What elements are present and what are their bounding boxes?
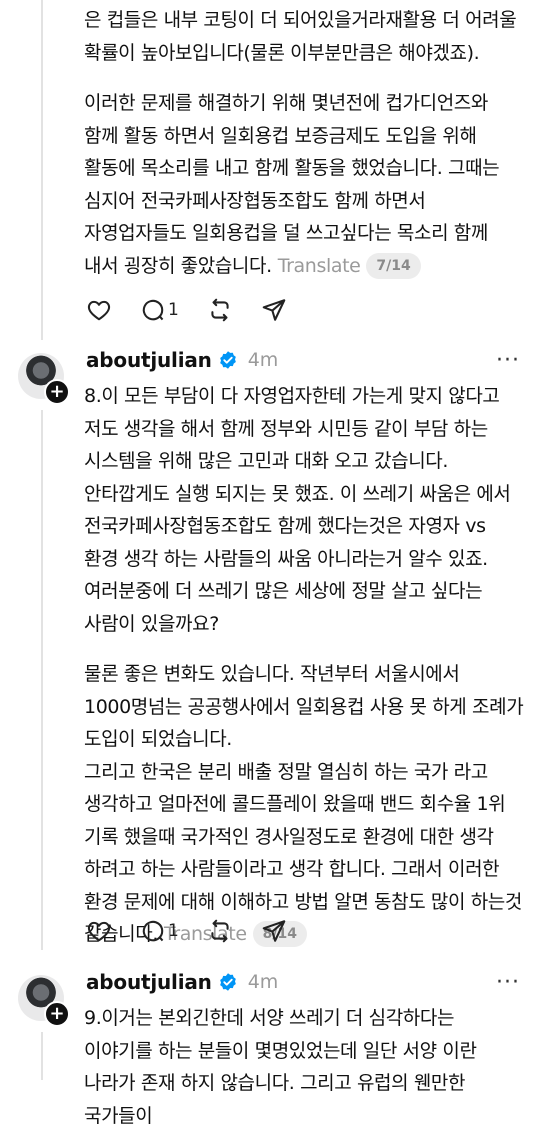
- page-indicator-badge: 7/14: [366, 252, 421, 279]
- thread-line: [41, 1032, 43, 1080]
- post-2-paragraph-1: 8.이 모든 부담이 다 자영업자한테 가는게 맞지 않다고 저도 생각을 해서…: [84, 385, 511, 635]
- translate-link[interactable]: Translate: [278, 255, 361, 277]
- post-3-paragraph-1: 9.이거는 본외긴한데 서양 쓰레기 더 심각하다는 이야기를 하는 분들이 몇…: [84, 1007, 477, 1127]
- heart-icon: [87, 300, 111, 321]
- heart-icon: [87, 921, 111, 942]
- more-options-icon[interactable]: ···: [496, 348, 520, 373]
- repost-icon: [211, 919, 229, 943]
- reply-button[interactable]: 1: [140, 918, 179, 944]
- avatar[interactable]: +: [18, 975, 70, 1027]
- verified-badge-icon: [218, 972, 238, 992]
- thread-line: [41, 410, 43, 950]
- repost-button[interactable]: [207, 297, 233, 323]
- repost-button[interactable]: [207, 918, 233, 944]
- share-button[interactable]: [261, 297, 287, 323]
- send-icon: [262, 299, 286, 321]
- follow-plus-icon[interactable]: +: [44, 1001, 70, 1027]
- reply-count: 1: [168, 300, 179, 320]
- post-2-header: aboutjulian 4m: [86, 348, 278, 372]
- avatar[interactable]: +: [18, 353, 70, 405]
- reply-button[interactable]: 1: [140, 297, 179, 323]
- post-2-paragraph-2: 물론 좋은 변화도 있습니다. 작년부터 서울시에서 1000명넘는 공공행사에…: [84, 663, 524, 750]
- repost-icon: [211, 298, 229, 322]
- share-button[interactable]: [261, 918, 287, 944]
- comment-icon: [142, 920, 164, 942]
- send-icon: [262, 920, 286, 942]
- post-1-paragraph-2-text: 이러한 문제를 해결하기 위해 몇년전에 컵가디언즈와 함께 활동 하면서 일회…: [84, 92, 500, 277]
- post-1-actions: 1: [86, 297, 315, 323]
- post-time: 4m: [247, 349, 279, 371]
- thread-line: [41, 0, 43, 340]
- more-options-icon[interactable]: ···: [496, 970, 520, 995]
- verified-badge-icon: [218, 350, 238, 370]
- post-2-body: 8.이 모든 부담이 다 자영업자한테 가는게 맞지 않다고 저도 생각을 해서…: [84, 380, 524, 951]
- comment-icon: [142, 299, 164, 321]
- username[interactable]: aboutjulian: [86, 970, 212, 994]
- username[interactable]: aboutjulian: [86, 348, 212, 372]
- post-3-body: 9.이거는 본외긴한데 서양 쓰레기 더 심각하다는 이야기를 하는 분들이 몇…: [84, 1002, 524, 1132]
- follow-plus-icon[interactable]: +: [44, 379, 70, 405]
- post-3-header: aboutjulian 4m: [86, 970, 278, 994]
- post-2-actions: 1: [86, 918, 315, 944]
- post-time: 4m: [247, 971, 279, 993]
- like-button[interactable]: [86, 918, 112, 944]
- post-1-body: 은 컵들은 내부 코팅이 더 되어있을거라재활용 더 어려울 확률이 높아보입니…: [84, 4, 524, 282]
- like-button[interactable]: [86, 297, 112, 323]
- reply-count: 1: [168, 921, 179, 941]
- post-1-paragraph-1: 은 컵들은 내부 코팅이 더 되어있을거라재활용 더 어려울 확률이 높아보입니…: [84, 9, 517, 64]
- post-1-paragraph-2: 이러한 문제를 해결하기 위해 몇년전에 컵가디언즈와 함께 활동 하면서 일회…: [84, 87, 524, 282]
